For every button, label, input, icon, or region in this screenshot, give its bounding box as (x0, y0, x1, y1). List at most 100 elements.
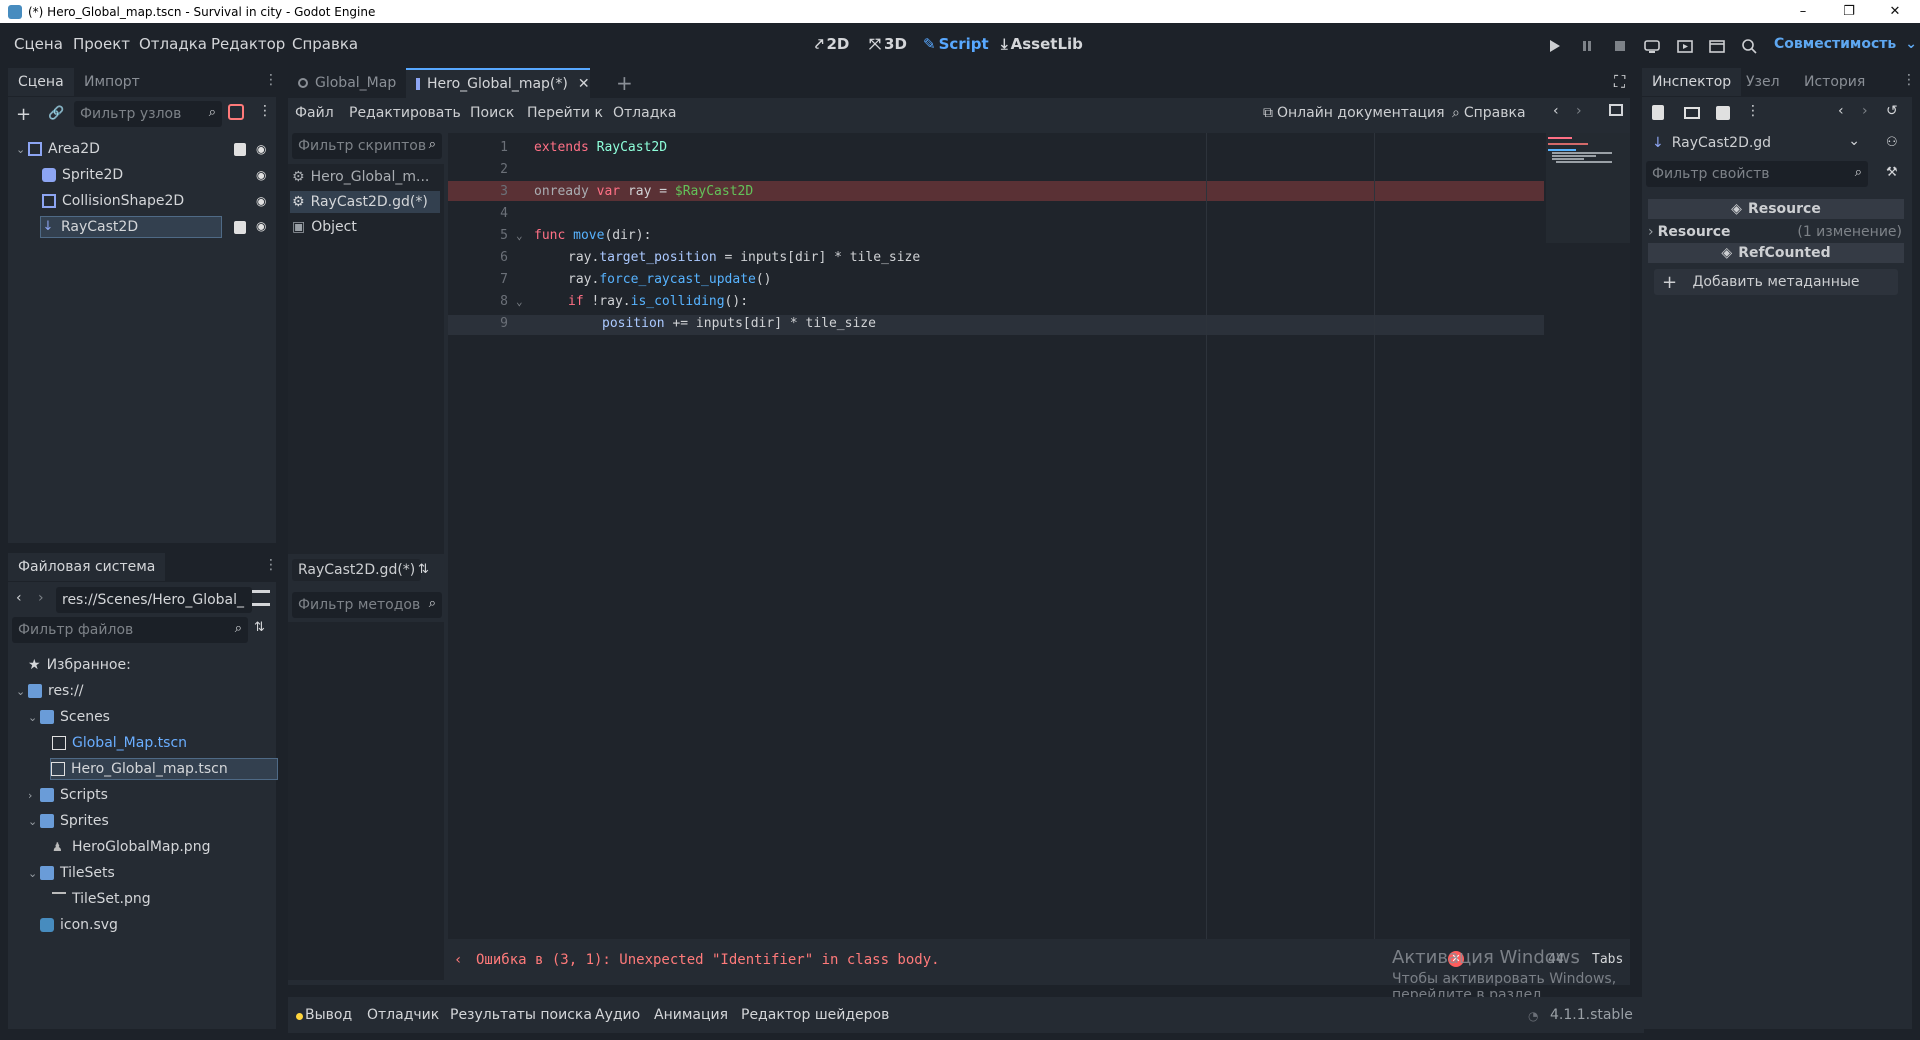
tab-import[interactable]: Импорт (74, 68, 150, 96)
script-attached-icon[interactable] (234, 221, 246, 234)
play-custom-scene-icon[interactable] (1708, 37, 1726, 55)
tools-icon[interactable]: ⚒ (1886, 165, 1898, 180)
version-label[interactable]: 4.1.1.stable (1550, 1007, 1633, 1023)
script-item-raycast[interactable]: ⚙ RayCast2D.gd(*) (290, 191, 440, 213)
script-menu-edit[interactable]: Редактировать (349, 105, 461, 121)
tab-hero-global-map[interactable]: Hero_Global_map(*) ✕ (406, 68, 590, 98)
tab-shader-editor[interactable]: Редактор шейдеров (741, 1007, 889, 1023)
fold-chevron-icon[interactable]: ⌄ (516, 229, 523, 242)
tab-scene[interactable]: Сцена (8, 68, 74, 96)
menu-project[interactable]: Проект (73, 35, 130, 53)
stop-icon[interactable] (1611, 37, 1629, 55)
script-menu-file[interactable]: Файл (295, 105, 334, 121)
next-script-icon[interactable]: › (1576, 103, 1582, 119)
save-icon[interactable] (1716, 106, 1730, 120)
prev-script-icon[interactable]: ‹ (1553, 103, 1559, 119)
mode-script-button[interactable]: ✎ Script (923, 35, 989, 53)
options-icon[interactable]: ⋮ (1746, 103, 1760, 119)
back-icon[interactable]: ‹ (1838, 103, 1844, 119)
add-tab-icon[interactable]: + (616, 71, 633, 95)
attach-script-icon[interactable] (228, 104, 244, 120)
tab-audio[interactable]: Аудио (595, 1007, 640, 1023)
tab-debugger[interactable]: Отладчик (367, 1007, 439, 1023)
script-attached-icon[interactable] (234, 142, 246, 156)
tree-node-sprite2d[interactable]: Sprite2D ◉ (42, 164, 268, 186)
scene-options-icon[interactable]: ⋮ (258, 103, 272, 119)
tab-output[interactable]: Вывод (305, 1007, 352, 1023)
eye-icon[interactable]: ◉ (256, 142, 266, 156)
forward-icon[interactable]: › (1862, 103, 1868, 119)
eye-icon[interactable]: ◉ (256, 219, 266, 233)
method-filter-input[interactable]: Фильтр методов ⌕ (292, 592, 442, 618)
mode-3d-button[interactable]: ⤧ 3D (869, 35, 907, 53)
minimize-button[interactable]: – (1780, 0, 1826, 23)
tree-node-raycast2d[interactable]: ↓ RayCast2D (40, 216, 222, 238)
section-refcounted-header[interactable]: ◈ RefCounted (1648, 243, 1904, 263)
forward-icon[interactable]: › (38, 590, 44, 606)
script-menu-search[interactable]: Поиск (470, 105, 514, 121)
file-heroglobalmap-png[interactable]: ♟ HeroGlobalMap.png (52, 836, 210, 858)
online-docs-link[interactable]: ⧉ Онлайн документация (1263, 105, 1445, 121)
file-tileset-png[interactable]: TileSet.png (52, 888, 151, 910)
menu-scene[interactable]: Сцена (14, 35, 63, 53)
indent-mode[interactable]: Tabs (1592, 952, 1623, 967)
file-icon-svg[interactable]: icon.svg (40, 914, 118, 936)
movie-maker-icon[interactable] (1740, 37, 1758, 55)
fold-chevron-icon[interactable]: ⌄ (516, 295, 523, 308)
play-scene-icon[interactable] (1676, 37, 1694, 55)
script-filter-input[interactable]: Фильтр скриптов ⌕ (292, 133, 442, 159)
error-message[interactable]: Ошибка в (3, 1): Unexpected "Identifier"… (476, 952, 940, 968)
link-icon[interactable]: 🔗 (48, 106, 64, 121)
tab-filesystem[interactable]: Файловая система (8, 553, 166, 581)
layout-toggle-icon[interactable] (252, 590, 270, 606)
minimap[interactable] (1546, 133, 1630, 243)
tab-node[interactable]: Узел (1736, 68, 1790, 96)
menu-debug[interactable]: Отладка (139, 35, 207, 53)
distraction-free-icon[interactable]: ⛶ (1614, 72, 1625, 92)
property-filter-input[interactable]: Фильтр свойств ⌕ (1646, 161, 1868, 187)
path-field[interactable]: res://Scenes/Hero_Global_ (56, 587, 252, 613)
favorites-item[interactable]: ★ Избранное: (28, 654, 131, 676)
script-item-object[interactable]: ▣ Object (292, 216, 442, 238)
play-icon[interactable] (1545, 37, 1563, 55)
menu-editor[interactable]: Редактор (211, 35, 285, 53)
maximize-button[interactable]: ❐ (1826, 0, 1872, 23)
tree-node-collisionshape2d[interactable]: CollisionShape2D ◉ (42, 190, 268, 212)
back-icon[interactable]: ‹ (16, 590, 22, 606)
close-window-button[interactable]: ✕ (1872, 0, 1918, 23)
folder-res[interactable]: ⌄ res:// (16, 680, 84, 702)
tab-global-map[interactable]: Global_Map (288, 68, 406, 98)
code-editor[interactable]: 1 2 3 4 5 6 7 8 9 ⌄ ⌄ extends RayCast2D … (448, 133, 1630, 939)
script-item-hero[interactable]: ⚙ Hero_Global_m... (292, 166, 442, 188)
eye-icon[interactable]: ◉ (256, 168, 266, 182)
resource-group-row[interactable]: › Resource (1 изменение) (1648, 221, 1904, 243)
resource-selector[interactable]: ↓ RayCast2D.gd ⌄ (1646, 130, 1866, 156)
folder-scripts[interactable]: › Scripts (28, 784, 108, 806)
add-metadata-button[interactable]: + Добавить метаданные (1654, 269, 1898, 295)
object-properties-icon[interactable]: ⚇ (1886, 135, 1898, 150)
tab-search-results[interactable]: Результаты поиска (450, 1007, 592, 1023)
file-global-map[interactable]: Global_Map.tscn (52, 732, 187, 754)
node-filter-input[interactable]: Фильтр узлов ⌕ (74, 101, 222, 127)
collapse-status-icon[interactable]: ‹ (454, 952, 462, 968)
dock-menu-icon[interactable]: ⋮ (264, 557, 278, 573)
file-hero-global-map[interactable]: Hero_Global_map.tscn (50, 758, 278, 780)
tab-animation[interactable]: Анимация (654, 1007, 728, 1023)
section-resource-header[interactable]: ◈ Resource (1648, 199, 1904, 219)
help-link[interactable]: ⌕ Справка (1452, 105, 1526, 121)
menu-help[interactable]: Справка (292, 35, 358, 53)
tab-history[interactable]: История (1794, 68, 1875, 96)
tab-inspector[interactable]: Инспектор (1642, 68, 1742, 96)
folder-tilesets[interactable]: ⌄ TileSets (28, 862, 115, 884)
pause-icon[interactable] (1578, 37, 1596, 55)
new-resource-icon[interactable] (1652, 105, 1664, 120)
dock-menu-icon[interactable]: ⋮ (1902, 72, 1916, 88)
history-icon[interactable]: ↺ (1886, 103, 1898, 119)
sort-icon[interactable]: ⇅ (254, 620, 265, 635)
mode-2d-button[interactable]: ⤤ 2D (815, 35, 849, 53)
folder-scenes[interactable]: ⌄ Scenes (28, 706, 110, 728)
sort-icon[interactable]: ⇅ (418, 562, 429, 577)
eye-icon[interactable]: ◉ (256, 194, 266, 208)
close-icon[interactable]: ✕ (578, 76, 590, 92)
mode-assetlib-button[interactable]: ⤓ AssetLib (1001, 35, 1083, 53)
